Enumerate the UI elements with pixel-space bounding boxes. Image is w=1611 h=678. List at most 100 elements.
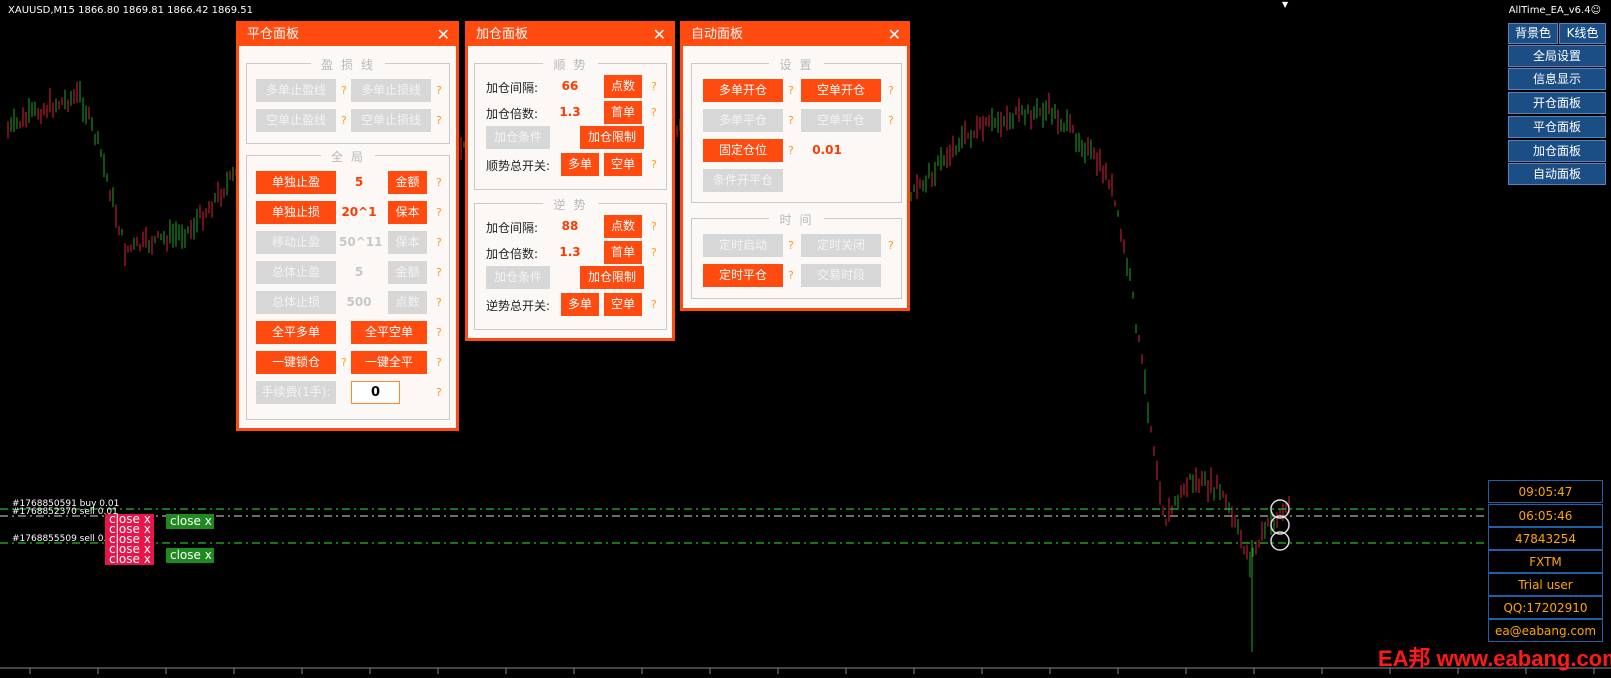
help-icon[interactable]: ? — [436, 84, 442, 97]
total-sl-button[interactable]: 总体止损 — [256, 291, 336, 314]
group-title-pl-lines: 盈损线 — [310, 58, 385, 72]
timed-start-button[interactable]: 定时启动 — [703, 234, 783, 257]
interval-label: 加仓间隔: — [486, 81, 539, 95]
trend-multiplier-value: 1.3 — [559, 105, 581, 119]
close-icon[interactable]: ✕ — [437, 24, 450, 46]
counter-long-button[interactable]: 多单 — [561, 293, 599, 316]
add-panel-button[interactable]: 加仓面板 — [1508, 140, 1606, 162]
counter-trend-group: 逆势 加仓间隔: 88 点数 ? 加仓倍数: 1.3 首单 ? 加仓条件 加仓限… — [474, 198, 667, 330]
help-icon[interactable]: ? — [436, 236, 442, 249]
help-icon[interactable]: ? — [651, 106, 657, 119]
help-icon[interactable]: ? — [436, 266, 442, 279]
commission-input[interactable]: 0 — [351, 381, 400, 404]
help-icon[interactable]: ? — [651, 298, 657, 311]
commission-button[interactable]: 手续费(1手): — [256, 381, 336, 404]
short-tp-line-button[interactable]: 空单止盈线 — [256, 109, 336, 132]
help-icon[interactable]: ? — [788, 239, 794, 252]
help-icon[interactable]: ? — [341, 114, 347, 127]
help-icon[interactable]: ? — [436, 176, 442, 189]
add-panel-header[interactable]: 加仓面板 ✕ — [468, 24, 672, 46]
help-icon[interactable]: ? — [788, 114, 794, 127]
help-icon[interactable]: ? — [788, 84, 794, 97]
fixed-lot-button[interactable]: 固定仓位 — [703, 139, 783, 162]
candle-color-button[interactable]: K线色 — [1559, 23, 1606, 44]
help-icon[interactable]: ? — [341, 84, 347, 97]
close-order-button[interactable]: close x — [166, 514, 214, 529]
help-icon[interactable]: ? — [436, 114, 442, 127]
points-button[interactable]: 点数 — [604, 75, 642, 98]
counter-condition-button[interactable]: 加仓条件 — [486, 266, 550, 289]
close-panel-button[interactable]: 平仓面板 — [1508, 116, 1606, 138]
trailing-tp-button[interactable]: 移动止盈 — [256, 231, 336, 254]
short-sl-line-button[interactable]: 空单止损线 — [351, 109, 431, 132]
help-icon[interactable]: ? — [651, 158, 657, 171]
close-panel-title: 平仓面板 — [247, 27, 300, 42]
long-open-button[interactable]: 多单开仓 — [703, 79, 783, 102]
help-icon[interactable]: ? — [888, 239, 894, 252]
open-panel-button[interactable]: 开仓面板 — [1508, 92, 1606, 114]
lock-position-button[interactable]: 一键锁仓 — [256, 351, 336, 374]
single-tp-value: 5 — [354, 175, 364, 189]
trend-short-button[interactable]: 空单 — [604, 153, 642, 176]
close-all-button[interactable]: 一键全平 — [351, 351, 427, 374]
help-icon[interactable]: ? — [436, 206, 442, 219]
trading-hours-button[interactable]: 交易时段 — [801, 264, 881, 287]
counter-limit-button[interactable]: 加仓限制 — [580, 266, 644, 289]
timed-stop-button[interactable]: 定时关闭 — [801, 234, 881, 257]
first-order-button[interactable]: 首单 — [604, 101, 642, 124]
help-icon[interactable]: ? — [888, 114, 894, 127]
counter-points-button[interactable]: 点数 — [604, 215, 642, 238]
long-close-button[interactable]: 多单平仓 — [703, 109, 783, 132]
add-limit-button[interactable]: 加仓限制 — [580, 126, 644, 149]
help-icon[interactable]: ? — [788, 144, 794, 157]
help-icon[interactable]: ? — [651, 246, 657, 259]
auto-panel-header[interactable]: 自动面板 ✕ — [683, 24, 907, 46]
long-sl-line-button[interactable]: 多单止损线 — [351, 79, 431, 102]
help-icon[interactable]: ? — [436, 326, 442, 339]
contact-qq: QQ:17202910 — [1488, 596, 1603, 619]
add-condition-button[interactable]: 加仓条件 — [486, 126, 550, 149]
license-status: Trial user — [1488, 573, 1603, 596]
help-icon[interactable]: ? — [651, 80, 657, 93]
global-settings-button[interactable]: 全局设置 — [1508, 45, 1606, 67]
long-tp-line-button[interactable]: 多单止盈线 — [256, 79, 336, 102]
group-title-global: 全局 — [320, 150, 375, 164]
close-icon[interactable]: ✕ — [653, 24, 666, 46]
help-icon[interactable]: ? — [651, 220, 657, 233]
conditional-open-close-button[interactable]: 条件开平仓 — [703, 169, 783, 192]
points-button[interactable]: 点数 — [388, 291, 427, 314]
close-icon[interactable]: ✕ — [888, 24, 901, 46]
close-order-button[interactable]: close x — [166, 548, 214, 563]
timed-close-button[interactable]: 定时平仓 — [703, 264, 783, 287]
auto-panel-button[interactable]: 自动面板 — [1508, 163, 1606, 185]
close-all-long-button[interactable]: 全平多单 — [256, 321, 336, 344]
amount-button[interactable]: 金额 — [388, 171, 427, 194]
short-close-button[interactable]: 空单平仓 — [801, 109, 881, 132]
close-order-button[interactable]: close x — [105, 553, 154, 565]
trade-label-sell: #1768855509 sell 0.01 — [12, 534, 118, 544]
counter-first-order-button[interactable]: 首单 — [604, 241, 642, 264]
background-color-button[interactable]: 背景色 — [1508, 23, 1558, 44]
help-icon[interactable]: ? — [436, 296, 442, 309]
counter-short-button[interactable]: 空单 — [604, 293, 642, 316]
total-tp-button[interactable]: 总体止盈 — [256, 261, 336, 284]
chart-shift-icon[interactable]: ▼ — [1282, 0, 1288, 9]
pl-lines-group: 盈损线 多单止盈线 ? 多单止损线 ? 空单止盈线 ? 空单止损线 ? — [246, 58, 450, 144]
trailing-tp-value: 50^11 — [339, 235, 383, 249]
breakeven-button[interactable]: 保本 — [388, 201, 427, 224]
single-sl-button[interactable]: 单独止损 — [256, 201, 336, 224]
help-icon[interactable]: ? — [436, 386, 442, 399]
total-amount-button[interactable]: 金额 — [388, 261, 427, 284]
close-panel-header[interactable]: 平仓面板 ✕ — [239, 24, 456, 46]
help-icon[interactable]: ? — [888, 84, 894, 97]
short-open-button[interactable]: 空单开仓 — [801, 79, 881, 102]
close-all-short-button[interactable]: 全平空单 — [351, 321, 427, 344]
help-icon[interactable]: ? — [436, 356, 442, 369]
single-tp-button[interactable]: 单独止盈 — [256, 171, 336, 194]
help-icon[interactable]: ? — [341, 356, 347, 369]
help-icon[interactable]: ? — [788, 269, 794, 282]
trend-long-button[interactable]: 多单 — [561, 153, 599, 176]
trailing-breakeven-button[interactable]: 保本 — [388, 231, 427, 254]
info-display-button[interactable]: 信息显示 — [1508, 68, 1606, 90]
local-time: 09:05:47 — [1488, 480, 1603, 503]
